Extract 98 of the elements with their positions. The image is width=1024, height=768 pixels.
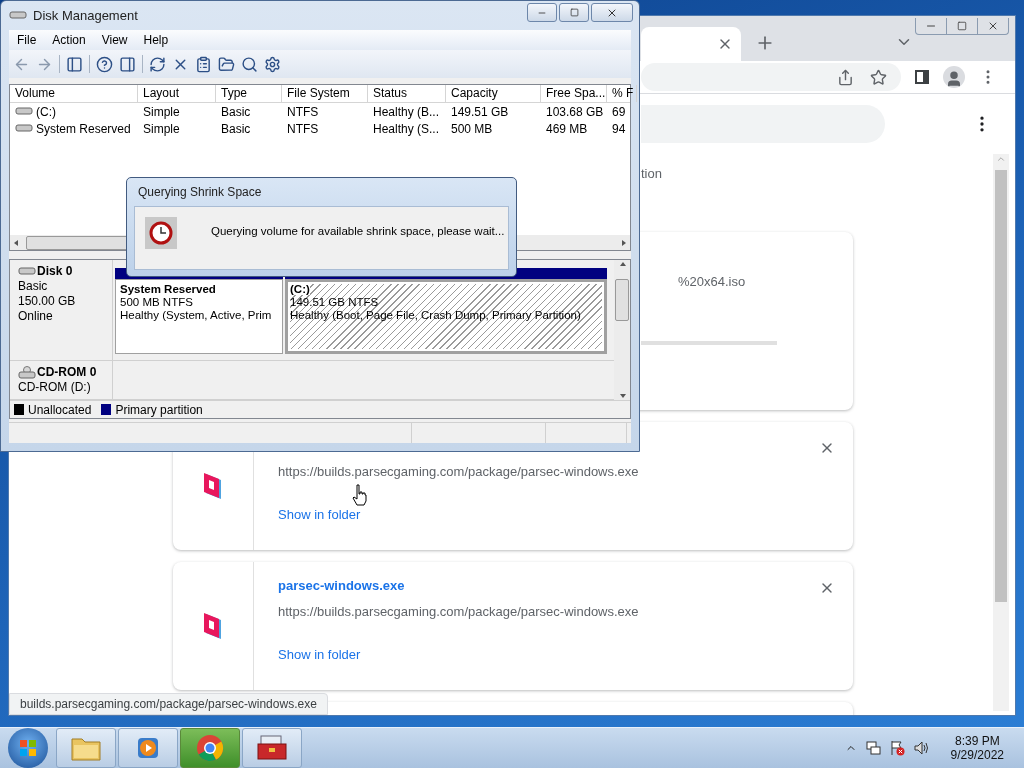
disk-info: Online xyxy=(18,309,54,323)
partition-status: Healthy (System, Active, Prim xyxy=(120,309,272,321)
avatar-icon[interactable] xyxy=(943,66,965,88)
drive-icon xyxy=(15,105,33,118)
maximize-icon xyxy=(569,8,579,17)
column-header[interactable]: File System xyxy=(282,85,368,102)
column-header[interactable]: Status xyxy=(368,85,446,102)
table-cell-text: Simple xyxy=(142,104,181,119)
table-cell-text: 103.68 GB xyxy=(545,104,605,119)
dialog-title: Querying Shrink Space xyxy=(137,184,263,201)
folder-icon[interactable] xyxy=(218,55,235,73)
legend-label: Unallocated xyxy=(28,402,92,417)
start-button[interactable] xyxy=(8,728,48,768)
minimize-button[interactable] xyxy=(527,3,557,22)
toolbox-icon xyxy=(257,735,287,761)
table-cell-text: Basic xyxy=(220,104,252,119)
disk-info: Basic xyxy=(18,279,49,293)
table-cell: (C:) xyxy=(10,104,138,119)
cd-drive-icon xyxy=(18,365,36,379)
column-header[interactable]: Capacity xyxy=(446,85,541,102)
search-field[interactable] xyxy=(641,105,885,143)
legend-label: Primary partition xyxy=(115,402,203,417)
disk-name: CD-ROM 0 xyxy=(37,365,97,379)
start-logo-icon xyxy=(19,739,37,757)
menu-item[interactable]: Help xyxy=(135,33,177,47)
taskbar-button[interactable] xyxy=(118,728,178,768)
disk-info: 150.00 GB xyxy=(18,294,77,308)
clock[interactable]: 8:39 PM 9/29/2022 xyxy=(950,734,1004,762)
hand-cursor-icon xyxy=(352,484,368,506)
maximize-button[interactable] xyxy=(559,3,589,22)
table-cell-text: 69 xyxy=(611,104,627,119)
drive-icon xyxy=(15,122,33,135)
scroll-right-icon[interactable] xyxy=(620,238,627,247)
close-button[interactable] xyxy=(591,3,633,22)
partition-size: 500 MB NTFS xyxy=(120,296,193,308)
column-header[interactable]: Type xyxy=(216,85,282,102)
disk-info: CD-ROM (D:) xyxy=(18,380,92,394)
column-header[interactable]: % F xyxy=(607,85,637,102)
table-cell-text: 469 MB xyxy=(545,121,589,136)
share-icon[interactable] xyxy=(837,68,854,86)
folder-icon xyxy=(71,735,101,761)
refresh-icon[interactable] xyxy=(149,55,166,73)
column-header[interactable]: Layout xyxy=(138,85,216,102)
show-in-folder-link[interactable]: Show in folder xyxy=(278,507,361,522)
speaker-icon[interactable] xyxy=(912,740,929,756)
drive-icon xyxy=(18,264,36,278)
search-icon[interactable] xyxy=(241,55,258,73)
disk-name: Disk 0 xyxy=(37,264,73,278)
scrollbar[interactable] xyxy=(993,154,1009,711)
window-title: Disk Management xyxy=(33,8,138,23)
drive-icon xyxy=(9,9,27,22)
menu-item[interactable]: File xyxy=(9,33,45,47)
help-icon[interactable] xyxy=(96,55,113,73)
partition-status: Healthy (Boot, Page File, Crash Dump, Primary Partition) xyxy=(290,309,581,321)
download-url: https://builds.parsecgaming.com/package/parsec-windows.exe xyxy=(278,464,639,479)
file-name: %20x64.iso xyxy=(678,274,746,289)
table-cell-text: 500 MB xyxy=(450,121,494,136)
table-cell: System Reserved xyxy=(10,121,138,136)
column-header[interactable]: Volume xyxy=(10,85,138,102)
table-cell-text: Basic xyxy=(220,121,252,136)
taskbar-button[interactable] xyxy=(242,728,302,768)
file-link[interactable]: parsec-windows.exe xyxy=(278,578,405,596)
table-cell-text: Healthy (B... xyxy=(372,104,441,119)
partition-size: 149.51 GB NTFS xyxy=(290,296,379,308)
show-in-folder-link[interactable]: Show in folder xyxy=(278,647,361,662)
browser-logo-icon xyxy=(196,734,224,762)
dialog-message: Querying volume for available shrink space, please wait... xyxy=(211,225,505,237)
scrollbar-thumb[interactable] xyxy=(615,279,629,321)
side-panel-icon[interactable] xyxy=(915,70,929,84)
table-cell-text: 149.51 GB xyxy=(450,104,510,119)
scroll-left-icon[interactable] xyxy=(13,238,20,247)
menu-item[interactable]: View xyxy=(93,33,136,47)
download-url: https://builds.parsecgaming.com/package/parsec-windows.exe xyxy=(278,604,639,619)
table-cell-text: 94 xyxy=(611,121,627,136)
scrollbar-thumb[interactable] xyxy=(995,170,1007,602)
clock-time: 8:39 PM xyxy=(954,734,1000,748)
table-cell-text: NTFS xyxy=(286,121,320,136)
partition-name: (C:) xyxy=(290,283,310,295)
scroll-up-icon[interactable] xyxy=(618,260,626,268)
settings-icon[interactable] xyxy=(264,55,281,73)
status-url: builds.parsecgaming.com/package/parsec-windows.exe xyxy=(9,693,328,715)
media-player-icon xyxy=(135,735,161,761)
partition-name: System Reserved xyxy=(120,283,216,295)
clock-date: 9/29/2022 xyxy=(950,748,1004,762)
network-icon[interactable] xyxy=(864,740,881,756)
panel-icon[interactable] xyxy=(119,55,136,73)
star-icon[interactable] xyxy=(870,68,887,86)
table-cell-text: Healthy (S... xyxy=(372,121,441,136)
vertical-scrollbar[interactable] xyxy=(614,260,630,400)
panel-icon[interactable] xyxy=(66,55,83,73)
table-cell-text: NTFS xyxy=(286,104,320,119)
properties-icon[interactable] xyxy=(195,55,212,73)
table-cell-text: Simple xyxy=(142,121,181,136)
flag-icon[interactable] xyxy=(888,740,905,756)
section-heading: tion xyxy=(641,166,662,182)
column-header[interactable]: Free Spa... xyxy=(541,85,607,102)
clock-icon xyxy=(145,217,177,249)
menu-item[interactable]: Action xyxy=(44,33,94,47)
